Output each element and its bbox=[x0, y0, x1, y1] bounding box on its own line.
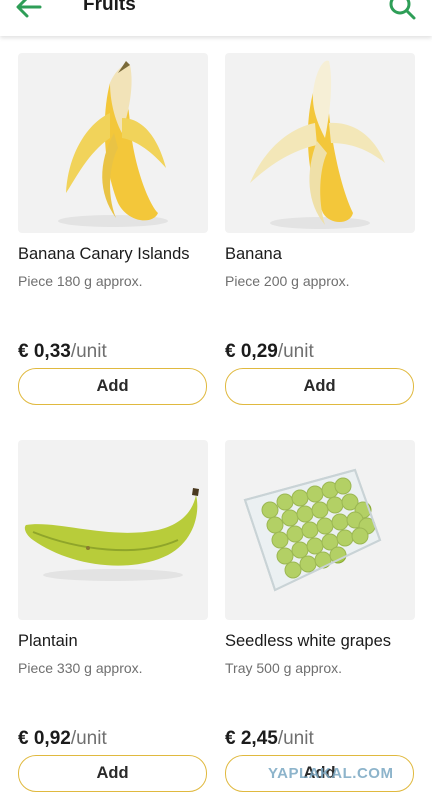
price-unit: /unit bbox=[277, 728, 314, 749]
page-title: Fruits bbox=[83, 0, 136, 15]
price-amount: € 2,45 bbox=[225, 728, 278, 749]
peeled-banana-image bbox=[225, 53, 415, 233]
arrow-left-icon[interactable] bbox=[14, 0, 44, 22]
price-unit: /unit bbox=[277, 341, 314, 362]
product-price: € 2,45/unit bbox=[225, 728, 314, 750]
plantain-image bbox=[18, 440, 208, 620]
product-weight: Tray 500 g approx. bbox=[225, 660, 342, 676]
product-price: € 0,29/unit bbox=[225, 341, 314, 363]
add-button[interactable]: Add bbox=[18, 368, 207, 405]
price-unit: /unit bbox=[70, 341, 107, 362]
product-weight: Piece 200 g approx. bbox=[225, 273, 350, 289]
product-price: € 0,33/unit bbox=[18, 341, 107, 363]
app-bar: Fruits bbox=[0, 0, 432, 36]
add-button[interactable]: Add bbox=[18, 755, 207, 792]
price-amount: € 0,33 bbox=[18, 341, 71, 362]
add-button[interactable]: Add bbox=[225, 368, 414, 405]
product-name: Plantain bbox=[18, 632, 78, 650]
product-price: € 0,92/unit bbox=[18, 728, 107, 750]
watermark: YAPLAKAL.COM bbox=[268, 765, 394, 782]
product-weight: Piece 330 g approx. bbox=[18, 660, 143, 676]
product-weight: Piece 180 g approx. bbox=[18, 273, 143, 289]
grapes-tray-image bbox=[225, 440, 415, 620]
price-amount: € 0,92 bbox=[18, 728, 71, 749]
search-icon[interactable] bbox=[386, 0, 418, 22]
product-name: Banana bbox=[225, 245, 282, 263]
price-amount: € 0,29 bbox=[225, 341, 278, 362]
peeled-banana-image bbox=[18, 53, 208, 233]
price-unit: /unit bbox=[70, 728, 107, 749]
product-name: Seedless white grapes bbox=[225, 632, 392, 650]
product-name: Banana Canary Islands bbox=[18, 245, 190, 263]
